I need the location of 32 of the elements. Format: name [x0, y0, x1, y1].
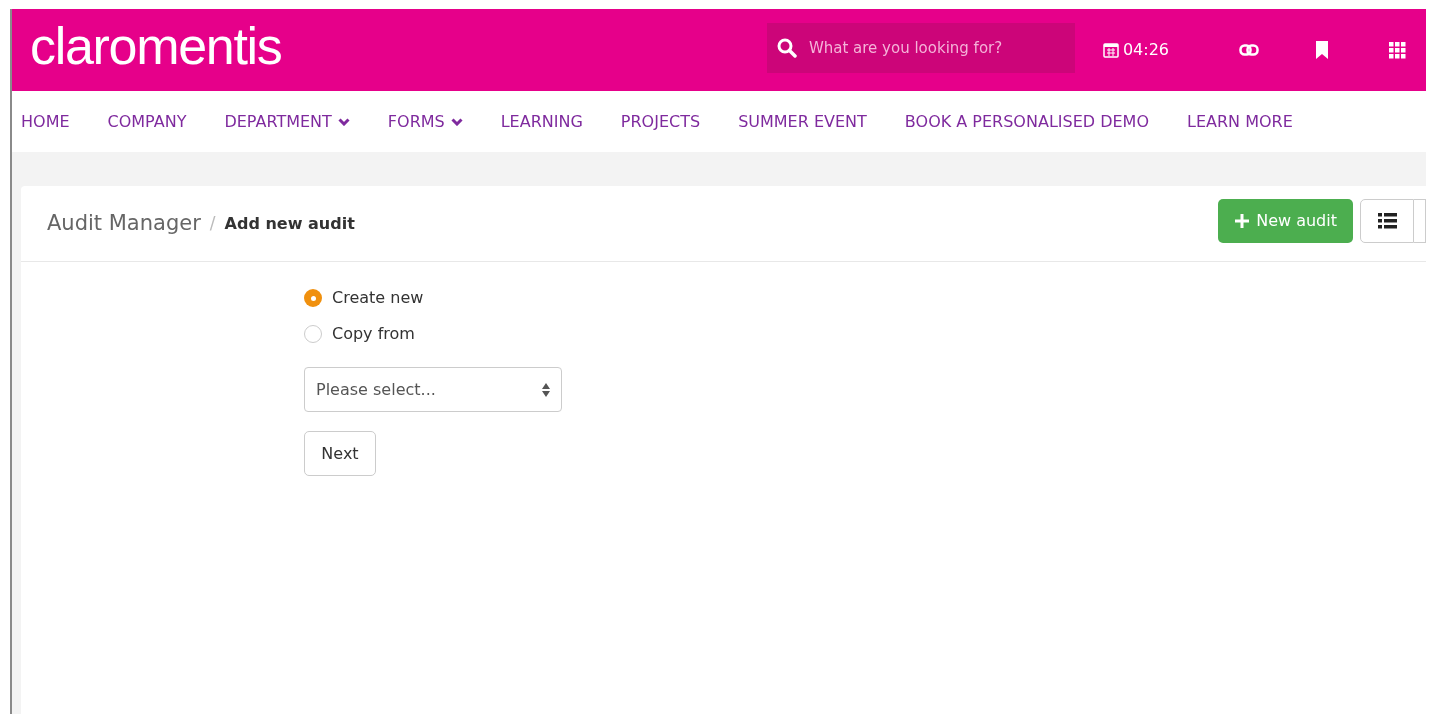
breadcrumb-link[interactable]: Audit Manager	[47, 207, 201, 240]
radio-button[interactable]	[304, 289, 322, 307]
radio-button[interactable]	[304, 325, 322, 343]
apps-grid-icon[interactable]	[1389, 41, 1406, 59]
nav-link[interactable]: HOME	[21, 109, 70, 134]
clock-time: 04:26	[1122, 39, 1169, 61]
nav-link[interactable]: LEARN MORE	[1187, 109, 1293, 134]
search-icon	[776, 38, 797, 58]
list-icon	[1377, 212, 1397, 229]
view-toggle-button[interactable]	[1414, 198, 1426, 243]
nav-link[interactable]: PROJECTS	[620, 109, 701, 134]
plus-icon	[1234, 212, 1251, 229]
logo: claromentis	[30, 20, 282, 72]
nav-link[interactable]: COMPANY	[107, 109, 187, 134]
nav-link[interactable]: SUMMER EVENT	[738, 109, 867, 134]
nav-link[interactable]: DEPARTMENT	[224, 109, 350, 134]
list-view-button[interactable]	[1360, 198, 1414, 243]
radio-label: Copy from	[332, 323, 415, 345]
calendar-icon	[1102, 42, 1119, 58]
nav-link[interactable]: LEARNING	[500, 109, 583, 134]
link-icon[interactable]	[1239, 44, 1259, 56]
search-input[interactable]: What are you looking for?	[808, 36, 1049, 60]
nav-link[interactable]: BOOK A PERSONALISED DEMO	[904, 109, 1149, 134]
breadcrumb-separator: /	[209, 211, 216, 235]
radio-label: Create new	[332, 287, 424, 309]
audit-select[interactable]: Please select...	[304, 367, 562, 412]
next-button[interactable]: Next	[304, 431, 376, 476]
breadcrumb-current: Add new audit	[224, 212, 355, 235]
bookmark-icon[interactable]	[1315, 41, 1329, 59]
search-field[interactable]: What are you looking for?	[766, 23, 1075, 73]
nav-link[interactable]: FORMS	[387, 109, 463, 134]
sort-arrows-icon	[542, 382, 550, 397]
